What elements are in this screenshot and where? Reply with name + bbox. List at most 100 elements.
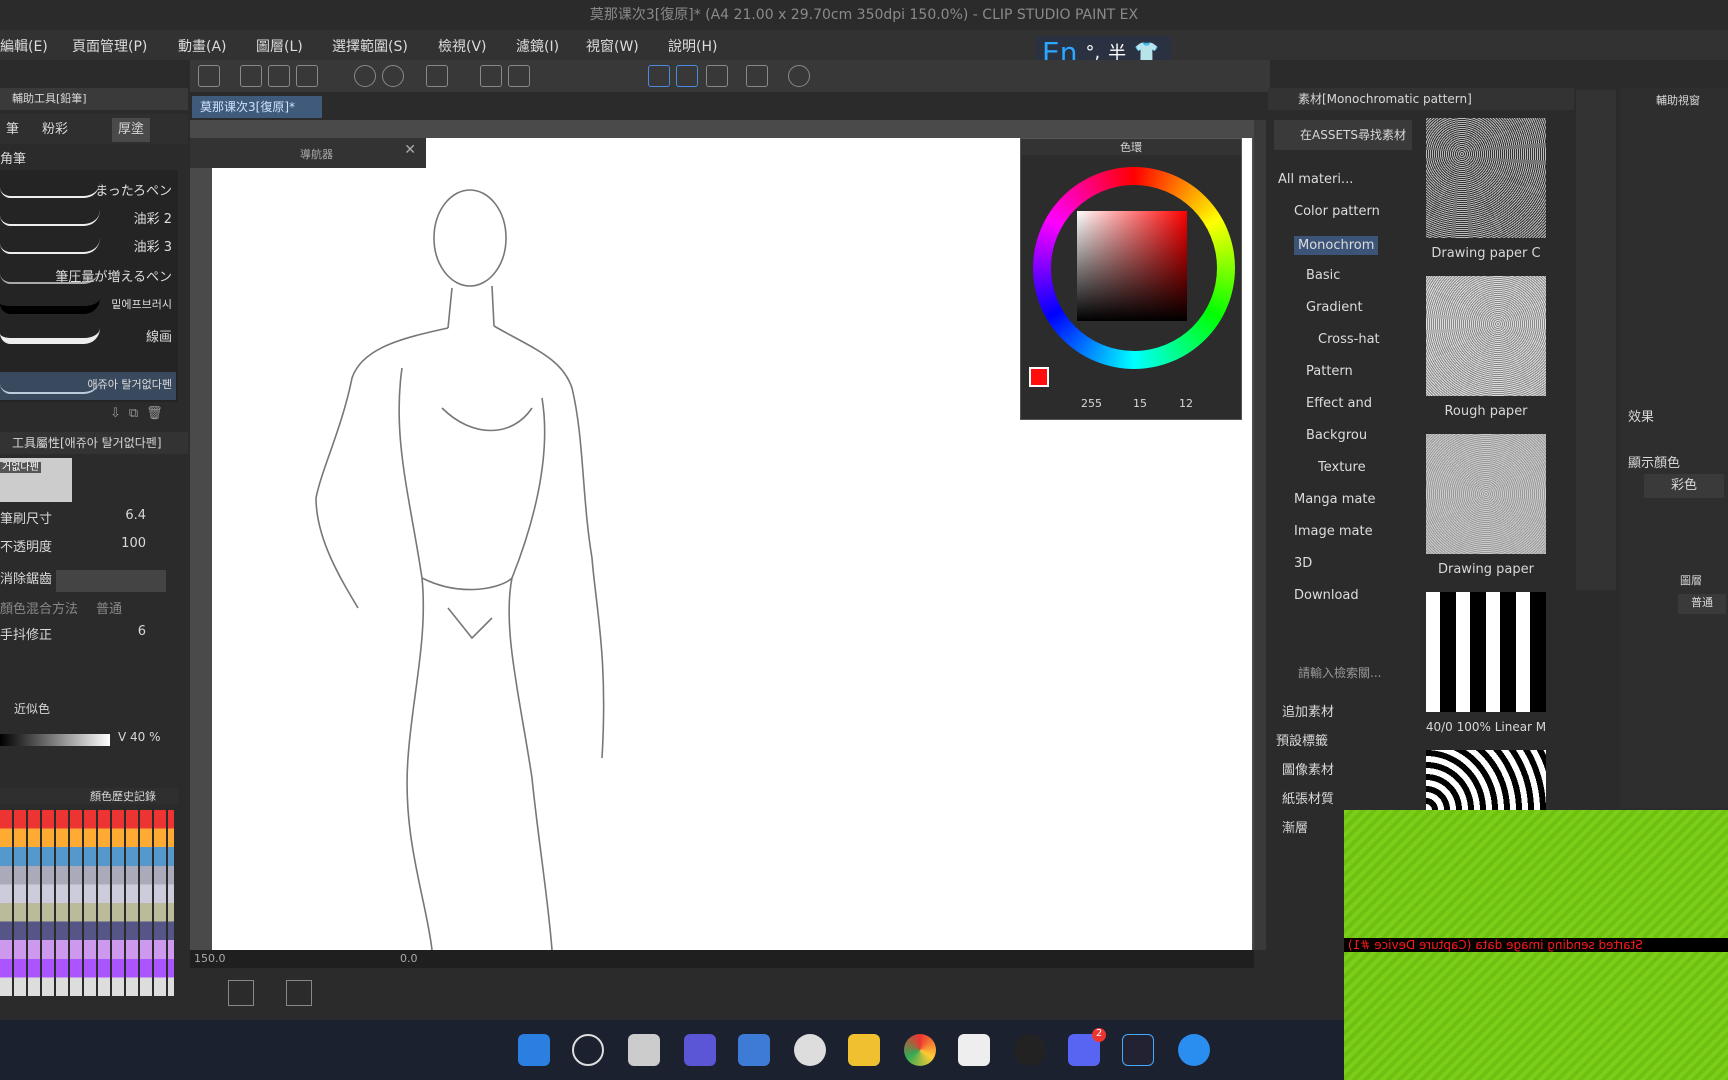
new-file-icon[interactable] [240, 65, 262, 87]
tab-impasto[interactable]: 厚塗 [112, 118, 151, 142]
blend-mode-row[interactable]: 顏色混合方法 普通 [0, 598, 178, 624]
stroke-preview [0, 328, 100, 344]
tree-node[interactable]: Effect and [1306, 396, 1372, 411]
snap-special-ruler-icon[interactable] [676, 65, 698, 87]
tab-pastel[interactable]: 粉彩 [36, 118, 74, 142]
tree-node[interactable]: Texture [1318, 460, 1366, 475]
menu-animation[interactable]: 動畫(A) [178, 36, 227, 56]
menu-selection[interactable]: 選擇範圍(S) [332, 36, 408, 56]
angle-value[interactable]: 0.0 [400, 952, 418, 965]
fill-icon[interactable] [480, 65, 502, 87]
antialias-row[interactable]: 消除鋸齒 [0, 568, 178, 594]
stabilization-row[interactable]: 手抖修正 6 [0, 624, 178, 650]
brush-item[interactable]: 油彩 2 [0, 204, 176, 232]
color-mode-select[interactable]: 彩色 [1644, 474, 1724, 498]
menu-view[interactable]: 檢視(V) [438, 36, 487, 56]
tree-node[interactable]: Basic [1306, 268, 1340, 283]
menu-help[interactable]: 說明(H) [668, 36, 717, 56]
tablet-icon[interactable] [746, 65, 768, 87]
tree-node[interactable]: Download [1294, 588, 1359, 603]
redo-icon[interactable] [382, 65, 404, 87]
search-assets-button[interactable]: 在ASSETS尋找素材 [1274, 120, 1412, 150]
value-slider[interactable] [0, 734, 110, 746]
snap-grid-icon[interactable] [706, 65, 728, 87]
brush-item[interactable]: まったろペン [0, 176, 176, 204]
tree-node[interactable]: Gradient [1306, 300, 1363, 315]
tree-node[interactable]: Image mate [1294, 524, 1373, 539]
alienware-icon[interactable] [794, 1034, 826, 1066]
tag-item[interactable]: 圖像素材 [1276, 756, 1412, 785]
document-tab[interactable]: 莫那课次3[復原]* [192, 96, 322, 118]
swatches[interactable] [0, 810, 174, 996]
menu-window[interactable]: 視窗(W) [586, 36, 639, 56]
thumbnail[interactable] [1426, 118, 1546, 238]
thumbnail[interactable] [1426, 592, 1546, 712]
windows-start-icon[interactable] [518, 1034, 550, 1066]
tree-node[interactable]: Backgrou [1306, 428, 1367, 443]
thumbnail[interactable] [1426, 434, 1546, 554]
canvas-vertical-scrollbar[interactable] [1254, 120, 1266, 950]
menu-edit[interactable]: 編輯(E) [0, 36, 48, 56]
menu-page[interactable]: 頁面管理(P) [72, 36, 147, 56]
snap-ruler-icon[interactable] [648, 65, 670, 87]
sketch-head [433, 189, 507, 287]
layer-header: 圖層 [1680, 574, 1702, 587]
tree-node[interactable]: Cross-hat [1318, 332, 1380, 347]
thumbnail[interactable] [1426, 276, 1546, 396]
close-icon[interactable]: ✕ [404, 142, 416, 158]
saturation-square[interactable] [1077, 211, 1187, 321]
search-icon[interactable] [572, 1034, 604, 1066]
menu-filter[interactable]: 濾鏡(I) [516, 36, 559, 56]
task-view-icon[interactable] [628, 1034, 660, 1066]
material-search-input[interactable]: 請輸入檢索關... [1272, 664, 1408, 686]
page-icon[interactable] [228, 980, 254, 1006]
opacity-row[interactable]: 不透明度 100 [0, 536, 178, 562]
tag-item[interactable]: 追加素材 [1276, 698, 1412, 727]
tree-node-selected[interactable]: Monochrom [1294, 236, 1379, 255]
zoom-value[interactable]: 150.0 [194, 952, 226, 965]
side-icon-strip [1576, 90, 1616, 590]
color-history-tab[interactable]: 顏色歷史記錄 [0, 788, 178, 804]
teams-icon[interactable] [684, 1034, 716, 1066]
brush-item[interactable]: 油彩 3 [0, 232, 176, 260]
brush-item[interactable]: 밑에프브러시 [0, 292, 176, 320]
tree-node[interactable]: Pattern [1306, 364, 1353, 379]
help-icon[interactable] [788, 65, 810, 87]
stroke-preview [0, 298, 100, 314]
brush-item[interactable]: 筆圧量が増えるペン [0, 262, 176, 290]
undo-icon[interactable] [354, 65, 376, 87]
clear-icon[interactable] [426, 65, 448, 87]
chrome-icon[interactable] [904, 1034, 936, 1066]
tree-node[interactable]: Color pattern [1294, 204, 1380, 219]
tree-node[interactable]: 3D [1294, 556, 1312, 571]
qq-icon[interactable] [1014, 1034, 1046, 1066]
menu-layer[interactable]: 圖層(L) [256, 36, 303, 56]
file-explorer-icon[interactable] [848, 1034, 880, 1066]
save-icon[interactable] [296, 65, 318, 87]
brush-size-row[interactable]: 筆刷尺寸 6.4 [0, 508, 178, 534]
transform-icon[interactable] [508, 65, 530, 87]
store-icon[interactable] [738, 1034, 770, 1066]
open-file-icon[interactable] [268, 65, 290, 87]
tree-node[interactable]: All materi... [1278, 172, 1353, 187]
tree-node[interactable]: Manga mate [1294, 492, 1376, 507]
thumbnail[interactable] [1426, 750, 1546, 810]
discord-icon[interactable]: 2 [1068, 1028, 1106, 1066]
sketch-right-arm [493, 325, 605, 759]
tab-pen[interactable]: 筆 [0, 118, 25, 142]
app-logo-icon[interactable] [198, 65, 220, 87]
sub-tool-group: 角筆 [0, 152, 27, 167]
main-color-swatch[interactable] [1029, 367, 1049, 387]
app-icon[interactable] [1178, 1034, 1210, 1066]
blend-mode-select[interactable]: 普通 [1678, 594, 1726, 614]
clip-studio-icon[interactable] [958, 1034, 990, 1066]
tag-item[interactable]: 預設標籤 [1276, 727, 1412, 756]
capture-icon[interactable] [286, 980, 312, 1006]
brush-item[interactable]: 線画 [0, 322, 176, 350]
brush-list-actions-icon[interactable]: ⇩⧉🗑 [110, 406, 180, 424]
color-wheel-panel: 色環 255 15 12 [1020, 138, 1242, 420]
obs-icon[interactable] [1122, 1034, 1154, 1066]
brush-item-selected[interactable]: 애쥬아 탈거없다펜 [0, 372, 176, 400]
color-swatch-grid[interactable] [0, 806, 178, 996]
antialias-options[interactable] [56, 570, 166, 592]
